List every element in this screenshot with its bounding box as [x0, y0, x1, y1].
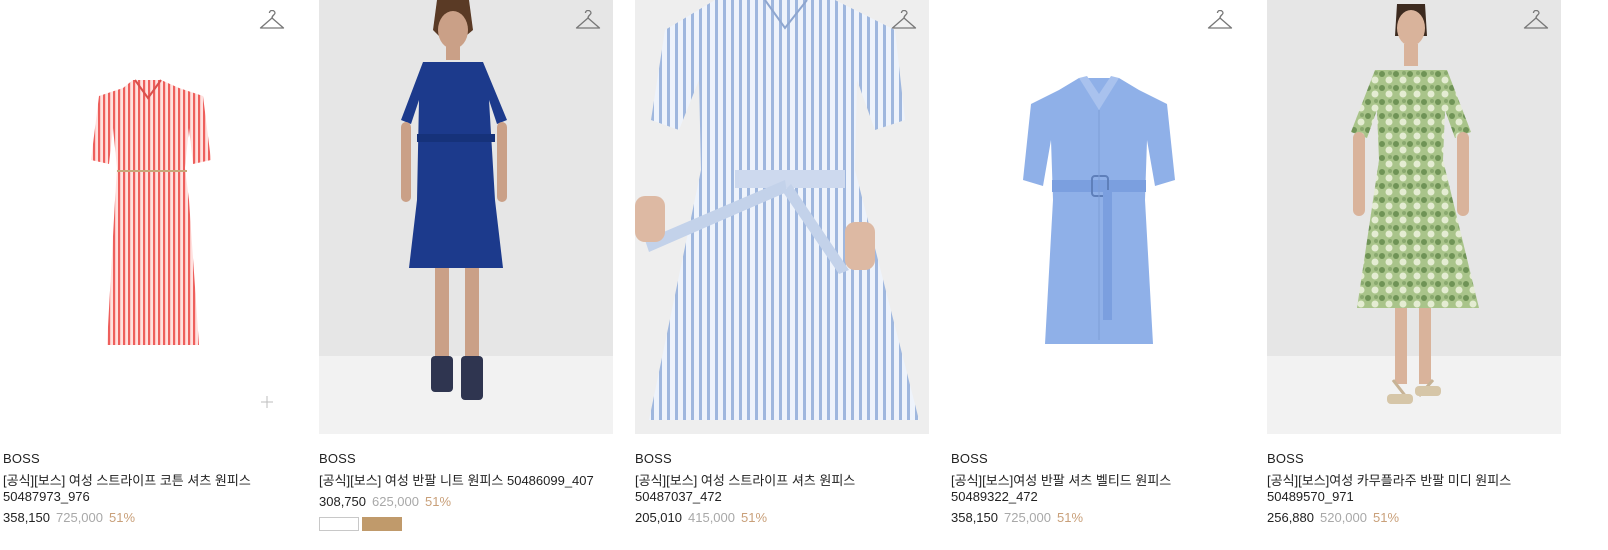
knit-dress-model-image [401, 0, 507, 400]
striped-shirt-dress-image [635, 0, 919, 420]
original-price: 520,000 [1320, 510, 1367, 525]
product-card[interactable]: BOSS [공식][보스] 여성 스트라이프 코튼 셔츠 원피스 5048797… [3, 0, 297, 550]
brand-name: BOSS [319, 451, 356, 466]
sale-price: 308,750 [319, 494, 366, 509]
brand-name: BOSS [635, 451, 672, 466]
product-info: BOSS [공식][보스]여성 반팔 셔츠 벨티드 원피스 50489322_4… [951, 451, 1251, 527]
price-row: 358,150 725,000 51% [3, 509, 303, 527]
product-name[interactable]: [공식][보스] 여성 반팔 니트 원피스 50486099_407 [319, 473, 619, 489]
sale-price: 358,150 [951, 510, 998, 525]
hanger-icon[interactable] [575, 10, 601, 32]
hanger-icon[interactable] [1523, 10, 1549, 32]
product-name[interactable]: [공식][보스]여성 반팔 셔츠 벨티드 원피스 50489322_472 [951, 473, 1201, 505]
product-info: BOSS [공식][보스]여성 카무플라주 반팔 미디 원피스 50489570… [1267, 451, 1567, 527]
product-card[interactable]: BOSS [공식][보스] 여성 반팔 니트 원피스 50486099_407 … [319, 0, 613, 550]
price-row: 205,010 415,000 51% [635, 509, 935, 527]
product-image[interactable] [319, 0, 613, 434]
belted-shirt-dress-image [1023, 76, 1175, 344]
product-name[interactable]: [공식][보스] 여성 스트라이프 셔츠 원피스 50487037_472 [635, 473, 895, 505]
sale-price: 256,880 [1267, 510, 1314, 525]
hanger-icon[interactable] [1207, 10, 1233, 32]
product-image[interactable] [1267, 0, 1561, 434]
original-price: 725,000 [56, 510, 103, 525]
brand-name: BOSS [951, 451, 988, 466]
discount-rate: 51% [1057, 510, 1084, 525]
product-grid: BOSS [공식][보스] 여성 스트라이프 코튼 셔츠 원피스 5048797… [0, 0, 1608, 550]
product-image[interactable] [635, 0, 929, 434]
product-tags [319, 517, 619, 531]
original-price: 415,000 [688, 510, 735, 525]
tag-badge [319, 517, 359, 531]
discount-rate: 51% [741, 510, 768, 525]
original-price: 625,000 [372, 494, 419, 509]
discount-rate: 51% [425, 494, 452, 509]
plus-icon[interactable] [259, 394, 275, 410]
hanger-icon[interactable] [891, 10, 917, 32]
product-card[interactable]: BOSS [공식][보스]여성 반팔 셔츠 벨티드 원피스 50489322_4… [951, 0, 1245, 550]
brand-name: BOSS [1267, 451, 1304, 466]
discount-rate: 51% [1373, 510, 1400, 525]
product-card[interactable]: BOSS [공식][보스]여성 카무플라주 반팔 미디 원피스 50489570… [1267, 0, 1561, 550]
price-row: 308,750 625,000 51% [319, 493, 619, 511]
product-info: BOSS [공식][보스] 여성 스트라이프 코튼 셔츠 원피스 5048797… [3, 451, 303, 527]
hanger-icon[interactable] [259, 10, 285, 32]
sale-price: 358,150 [3, 510, 50, 525]
product-card[interactable]: BOSS [공식][보스] 여성 스트라이프 셔츠 원피스 50487037_4… [635, 0, 929, 550]
product-image[interactable] [951, 0, 1245, 434]
brand-name: BOSS [3, 451, 40, 466]
product-info: BOSS [공식][보스] 여성 반팔 니트 원피스 50486099_407 … [319, 451, 619, 531]
price-row: 358,150 725,000 51% [951, 509, 1251, 527]
camouflage-midi-dress-model-image [1351, 4, 1479, 404]
discount-rate: 51% [109, 510, 136, 525]
striped-dress-image [91, 79, 211, 345]
sale-price: 205,010 [635, 510, 682, 525]
original-price: 725,000 [1004, 510, 1051, 525]
product-name[interactable]: [공식][보스]여성 카무플라주 반팔 미디 원피스 50489570_971 [1267, 473, 1527, 505]
product-info: BOSS [공식][보스] 여성 스트라이프 셔츠 원피스 50487037_4… [635, 451, 935, 527]
product-name[interactable]: [공식][보스] 여성 스트라이프 코튼 셔츠 원피스 50487973_976 [3, 473, 273, 505]
tag-badge [362, 517, 402, 531]
product-image[interactable] [3, 0, 297, 434]
price-row: 256,880 520,000 51% [1267, 509, 1567, 527]
